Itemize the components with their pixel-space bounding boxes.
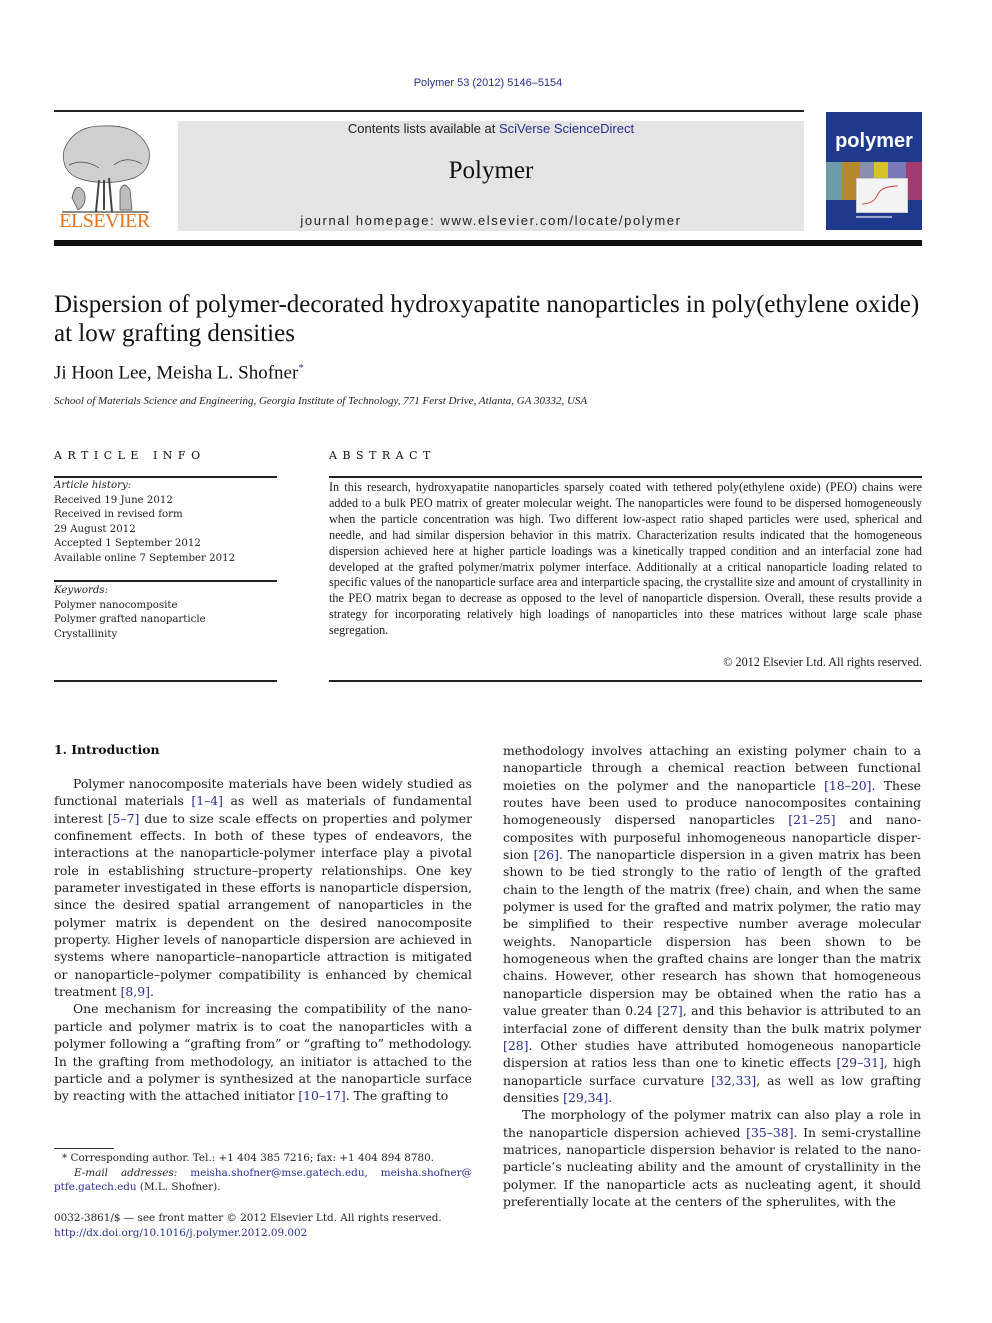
author-affiliation: School of Materials Science and Engineer… [54,395,588,407]
contents-prefix: Contents lists available at [347,121,499,136]
citation-ref-link[interactable]: [5–7] [108,811,140,826]
email-label: E-mail [74,1166,108,1179]
abstract-copyright: © 2012 Elsevier Ltd. All rights reserved… [723,655,922,669]
email-line: E-mail addresses: meisha.shofner@mse.gat… [54,1166,472,1181]
divider [329,476,922,478]
article-title: Dispersion of polymer-decorated hydroxya… [54,291,920,347]
abstract-text: In this research, hydroxyapatite nanopar… [329,480,922,638]
body-text: . [608,1089,613,1105]
keywords-label: Keywords: [54,585,109,596]
author-names: Ji Hoon Lee, Meisha L. Shofner [54,362,299,384]
journal-name: Polymer [448,157,534,184]
article-history-label: Article history: [54,480,132,491]
article-info-heading: ARTICLE INFO [54,449,206,462]
sciencedirect-link[interactable]: SciVerse ScienceDirect [499,121,634,136]
cover-strip [826,162,842,200]
journal-citation-link[interactable]: Polymer 53 (2012) 5146–5154 [0,77,976,89]
keyword-item: Crystallinity [54,628,118,640]
divider [54,580,277,582]
header-rule [54,110,804,112]
keyword-item: Polymer grafted nanoparticle [54,614,206,625]
abstract-heading: ABSTRACT [329,449,436,462]
email-label: addresses: [120,1166,178,1179]
history-item: Received 19 June 2012 [54,494,173,506]
email-owner: (M.L. Shofner). [136,1181,221,1194]
citation-ref-link[interactable]: [28] [503,1038,528,1053]
citation-ref-link[interactable]: [29,34] [563,1090,608,1105]
history-item: 29 August 2012 [54,523,136,535]
footnote-rule [54,1148,114,1149]
elsevier-wordmark: ELSEVIER [59,210,150,232]
body-paragraph: Polymer nanocomposite materials have bee… [54,775,472,1000]
body-paragraph: The morphology of the polymer matrix can… [503,1106,921,1210]
front-matter: 0032-3861/$ — see front matter © 2012 El… [54,1211,484,1241]
corresponding-author-mark[interactable]: * [298,362,304,374]
citation-ref-link[interactable]: [26] [534,847,559,862]
author-list: Ji Hoon Lee, Meisha L. Shofner* [54,362,304,384]
citation-ref-link[interactable]: [32,33] [711,1073,756,1088]
divider [54,476,277,478]
footnote: * Corresponding author. Tel.: +1 404 385… [54,1151,472,1195]
email-link-ptfe[interactable]: ptfe.gatech.edu [54,1181,137,1193]
citation-ref-link[interactable]: [21–25] [788,812,835,827]
header-thick-rule [54,240,922,246]
footnote-mark: * [62,1152,68,1164]
citation-ref-link[interactable]: [8,9] [121,984,150,999]
citation-ref-link[interactable]: [10–17] [298,1088,345,1103]
body-text: . The grafting to [345,1088,449,1104]
body-column-right: methodology involves attaching an existi… [503,742,921,1210]
journal-cover-image: polymer [826,112,922,230]
email-line-continued: ptfe.gatech.edu (M.L. Shofner). [54,1180,472,1195]
doi-link[interactable]: http://dx.doi.org/10.1016/j.polymer.2012… [54,1226,484,1241]
citation-ref-link[interactable]: [18–20] [824,778,871,793]
body-text: due to size scale effects on properties … [54,810,472,1000]
citation-ref-link[interactable]: [35–38] [746,1125,793,1140]
email-link-ptfe[interactable]: meisha.shofner@ [381,1166,472,1181]
corresponding-author-note: * Corresponding author. Tel.: +1 404 385… [54,1151,472,1166]
body-paragraph: methodology involves attaching an existi… [503,742,921,1106]
divider [329,680,922,682]
cover-title: polymer [835,130,913,152]
article-history: Article history: Received 19 June 2012 R… [54,479,277,566]
history-item: Available online 7 September 2012 [54,552,236,564]
keywords: Keywords: Polymer nanocomposite Polymer … [54,584,277,642]
body-text: . [149,984,154,1000]
body-paragraph: One mechanism for increasing the compati… [54,1000,472,1104]
cover-chart-curve [862,185,898,205]
citation-ref-link[interactable]: [27] [657,1003,682,1018]
citation-ref-link[interactable]: [29–31] [836,1055,883,1070]
keyword-item: Polymer nanocomposite [54,599,178,611]
cover-strip [906,162,922,200]
email-link-mse[interactable]: meisha.shofner@mse.gatech.edu, [190,1166,368,1181]
contents-availability-line: Contents lists available at SciVerse Sci… [178,121,804,136]
divider [54,680,277,682]
history-item: Accepted 1 September 2012 [54,538,201,549]
cover-footer-line [856,216,892,218]
journal-homepage[interactable]: journal homepage: www.elsevier.com/locat… [178,213,804,228]
history-item: Received in revised form [54,509,183,520]
body-text: . The nanoparticle dispersion in a given… [503,847,922,1019]
issn-line: 0032-3861/$ — see front matter © 2012 El… [54,1212,442,1224]
body-column-left: Polymer nanocomposite materials have bee… [54,775,472,1105]
corresponding-author-text: Corresponding author. Tel.: +1 404 385 7… [70,1152,434,1164]
citation-ref-link[interactable]: [1–4] [191,793,223,808]
section-heading-introduction: 1. Introduction [54,742,160,757]
